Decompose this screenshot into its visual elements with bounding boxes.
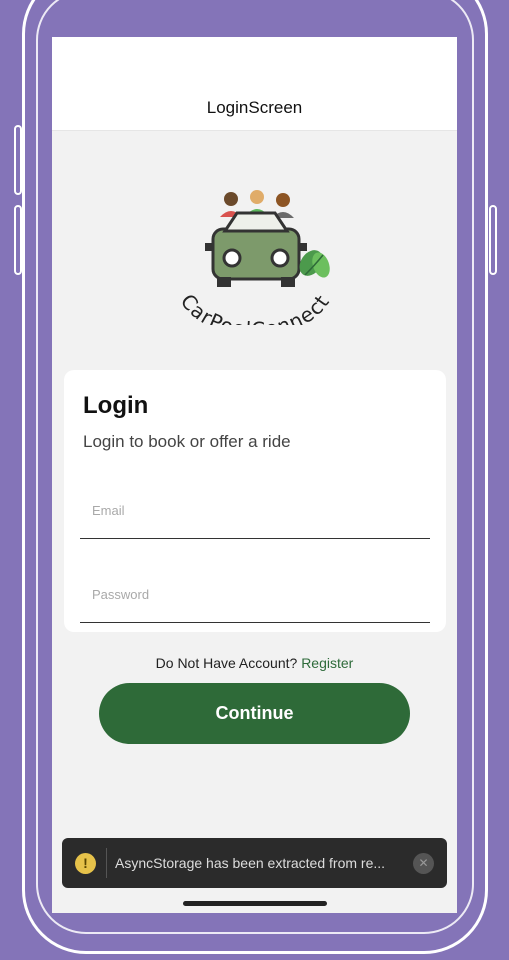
- app-screen: LoginScreen CarP nect Login Login to boo…: [52, 37, 457, 913]
- password-input[interactable]: [90, 586, 414, 603]
- email-input[interactable]: [90, 502, 414, 519]
- volume-down-button: [14, 205, 22, 275]
- power-button: [489, 205, 497, 275]
- register-prompt-row: Do Not Have Account? Register: [52, 655, 457, 671]
- navigation-bar: LoginScreen: [52, 37, 457, 131]
- login-heading: Login: [83, 392, 149, 419]
- continue-button[interactable]: Continue: [99, 683, 410, 744]
- carpool-logo-icon: CarPoolConnect: [176, 190, 335, 342]
- volume-up-button: [14, 125, 22, 195]
- svg-text:CarPoolConnect: CarPoolConnect: [176, 289, 335, 325]
- login-card: Login Login to book or offer a ride: [64, 370, 446, 632]
- app-logo: CarPoolConnect: [165, 185, 345, 342]
- home-indicator[interactable]: [183, 901, 327, 906]
- logo-text: CarPoolConnect: [176, 289, 334, 341]
- toast-divider: [106, 848, 107, 878]
- close-icon[interactable]: ✕: [413, 853, 434, 874]
- register-prompt: Do Not Have Account?: [155, 655, 298, 671]
- password-field[interactable]: [80, 572, 430, 623]
- toast-message: AsyncStorage has been extracted from re.…: [115, 855, 386, 871]
- login-subtitle: Login to book or offer a ride: [83, 432, 291, 451]
- page-title: LoginScreen: [206, 98, 303, 117]
- email-field[interactable]: [80, 488, 430, 539]
- warning-icon: !: [75, 853, 96, 874]
- register-link[interactable]: Register: [301, 655, 353, 671]
- warning-toast[interactable]: ! AsyncStorage has been extracted from r…: [62, 838, 447, 888]
